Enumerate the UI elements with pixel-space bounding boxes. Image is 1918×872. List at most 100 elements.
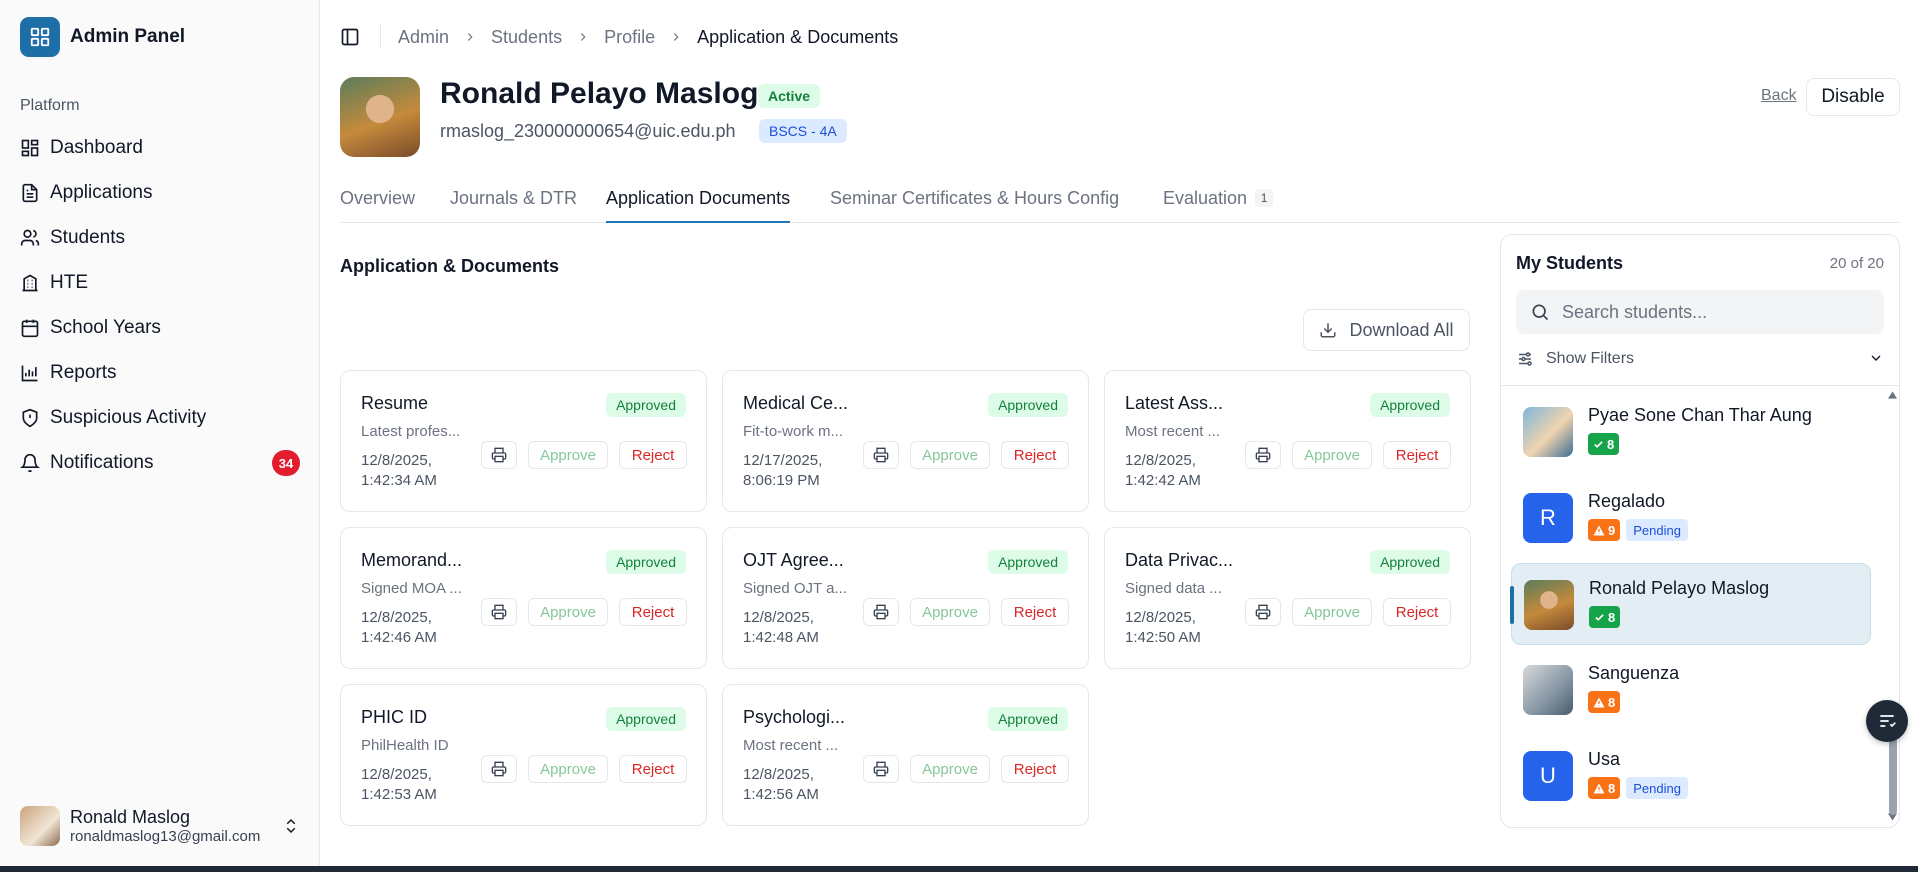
tab-journals-dtr[interactable]: Journals & DTR bbox=[450, 188, 577, 223]
status-badge: Approved bbox=[1370, 550, 1450, 574]
approve-button[interactable]: Approve bbox=[528, 441, 608, 469]
document-title: Latest Ass... bbox=[1125, 393, 1224, 413]
avatar-initial: R bbox=[1540, 505, 1556, 530]
approve-button[interactable]: Approve bbox=[910, 755, 990, 783]
document-card: Medical Ce... Fit-to-work m... 12/17/2025,… bbox=[722, 370, 1089, 512]
sidebar-item-applications[interactable]: Applications bbox=[20, 170, 300, 215]
avatar: R bbox=[1523, 493, 1573, 543]
divider bbox=[380, 25, 381, 49]
warning-icon bbox=[1593, 697, 1605, 707]
print-button[interactable] bbox=[481, 755, 517, 783]
chevron-down-icon bbox=[1871, 355, 1881, 361]
approve-button[interactable]: Approve bbox=[1292, 598, 1372, 626]
topbar: Admin Students Profile Application & Doc… bbox=[340, 24, 898, 50]
breadcrumb-profile[interactable]: Profile bbox=[604, 27, 655, 48]
sidebar-toggle-icon[interactable] bbox=[340, 27, 360, 47]
tab-count-badge: 1 bbox=[1255, 189, 1274, 207]
student-list-item[interactable]: Sanguenza 8 bbox=[1511, 649, 1871, 731]
sidebar-item-suspicious-activity[interactable]: Suspicious Activity bbox=[20, 395, 300, 440]
student-name: Sanguenza bbox=[1588, 663, 1680, 683]
chevron-right-icon bbox=[467, 33, 473, 41]
sidebar-item-reports[interactable]: Reports bbox=[20, 350, 300, 395]
sidebar-item-students[interactable]: Students bbox=[20, 215, 300, 260]
document-description: Fit-to-work m... bbox=[743, 423, 843, 440]
student-list-item[interactable]: U Usa 8 Pending bbox=[1511, 735, 1871, 817]
document-card: OJT Agree... Signed OJT a... 12/8/2025, 1:4… bbox=[722, 527, 1089, 669]
scroll-up-icon[interactable] bbox=[1888, 391, 1897, 399]
reject-button[interactable]: Reject bbox=[1001, 441, 1069, 469]
sidebar-item-school-years[interactable]: School Years bbox=[20, 305, 300, 350]
tab-application-documents[interactable]: Application Documents bbox=[606, 188, 791, 223]
student-name: Regalado bbox=[1588, 491, 1666, 511]
document-date: 12/17/2025, bbox=[743, 452, 823, 469]
brand[interactable]: Admin Panel bbox=[20, 17, 185, 57]
print-button[interactable] bbox=[863, 598, 899, 626]
student-list-item[interactable]: R Regalado 9 Pending bbox=[1511, 477, 1871, 559]
count-value: 9 bbox=[1608, 522, 1616, 538]
student-list-item[interactable]: Ronald Pelayo Maslog 8 bbox=[1510, 563, 1871, 645]
tab-label: Seminar Certificates & Hours Config bbox=[830, 188, 1120, 208]
tab-label: Application Documents bbox=[606, 188, 791, 208]
download-icon bbox=[1320, 323, 1336, 338]
breadcrumb-admin[interactable]: Admin bbox=[398, 27, 449, 48]
document-time: 1:42:56 AM bbox=[743, 786, 819, 803]
tab-overview[interactable]: Overview bbox=[340, 188, 415, 223]
reject-button[interactable]: Reject bbox=[619, 441, 687, 469]
printer-icon bbox=[1255, 604, 1271, 620]
disable-button[interactable]: Disable bbox=[1806, 78, 1900, 116]
sidebar-item-notifications[interactable]: Notifications 34 bbox=[20, 440, 300, 485]
sidebar-item-label: Notifications bbox=[50, 451, 154, 473]
printer-icon bbox=[491, 447, 507, 463]
document-count-badge: 8 bbox=[1588, 777, 1621, 799]
scrollbar-thumb[interactable] bbox=[1889, 735, 1897, 815]
download-all-button[interactable]: Download All bbox=[1303, 309, 1470, 351]
dashboard-icon bbox=[21, 139, 39, 156]
approve-button[interactable]: Approve bbox=[1292, 441, 1372, 469]
reject-button[interactable]: Reject bbox=[1383, 598, 1451, 626]
document-time: 1:42:48 AM bbox=[743, 629, 819, 646]
reject-button[interactable]: Reject bbox=[1001, 598, 1069, 626]
user-email: ronaldmaslog13@gmail.com bbox=[70, 828, 261, 845]
document-description: Signed data ... bbox=[1125, 580, 1222, 597]
sidebar-item-hte[interactable]: HTE bbox=[20, 260, 300, 305]
print-button[interactable] bbox=[1245, 598, 1281, 626]
user-name: Ronald Maslog bbox=[70, 807, 191, 827]
student-list-item[interactable]: Pyae Sone Chan Thar Aung 8 bbox=[1511, 391, 1871, 473]
print-button[interactable] bbox=[863, 441, 899, 469]
reject-button[interactable]: Reject bbox=[1001, 755, 1069, 783]
approve-button[interactable]: Approve bbox=[910, 598, 990, 626]
divider bbox=[1501, 385, 1899, 386]
print-button[interactable] bbox=[1245, 441, 1281, 469]
tab-evaluation[interactable]: Evaluation 1 bbox=[1163, 188, 1274, 223]
show-filters-toggle[interactable]: Show Filters bbox=[1516, 346, 1884, 372]
search-box bbox=[1516, 290, 1884, 334]
document-timestamp: 12/8/2025, 1:42:46 AM bbox=[361, 608, 437, 648]
search-input[interactable] bbox=[1562, 301, 1862, 323]
sidebar-item-dashboard[interactable]: Dashboard bbox=[20, 125, 300, 170]
check-icon bbox=[1594, 440, 1603, 448]
bell-icon bbox=[20, 453, 40, 472]
reject-button[interactable]: Reject bbox=[619, 598, 687, 626]
document-card: Resume Latest profes... 12/8/2025, 1:42:34 … bbox=[340, 370, 707, 512]
sidebar-item-label: Applications bbox=[50, 181, 153, 203]
printer-icon bbox=[1255, 447, 1271, 463]
document-card: Data Privac... Signed data ... 12/8/2025, 1… bbox=[1104, 527, 1471, 669]
print-button[interactable] bbox=[481, 441, 517, 469]
approve-button[interactable]: Approve bbox=[528, 755, 608, 783]
print-button[interactable] bbox=[481, 598, 517, 626]
floating-action-button[interactable] bbox=[1866, 700, 1908, 742]
bar-chart-icon bbox=[21, 365, 38, 381]
app-title: Admin Panel bbox=[70, 26, 186, 47]
user-menu[interactable]: Ronald Maslog ronaldmaslog13@gmail.com bbox=[20, 804, 300, 848]
back-link[interactable]: Back bbox=[1761, 87, 1797, 105]
breadcrumb-students[interactable]: Students bbox=[491, 27, 562, 48]
sidebar-item-label: HTE bbox=[50, 271, 88, 293]
status-badge: Approved bbox=[988, 707, 1068, 731]
section-title: Application & Documents bbox=[340, 256, 560, 276]
tab-seminar-certificates[interactable]: Seminar Certificates & Hours Config bbox=[830, 188, 1119, 223]
approve-button[interactable]: Approve bbox=[528, 598, 608, 626]
reject-button[interactable]: Reject bbox=[1383, 441, 1451, 469]
print-button[interactable] bbox=[863, 755, 899, 783]
reject-button[interactable]: Reject bbox=[619, 755, 687, 783]
approve-button[interactable]: Approve bbox=[910, 441, 990, 469]
